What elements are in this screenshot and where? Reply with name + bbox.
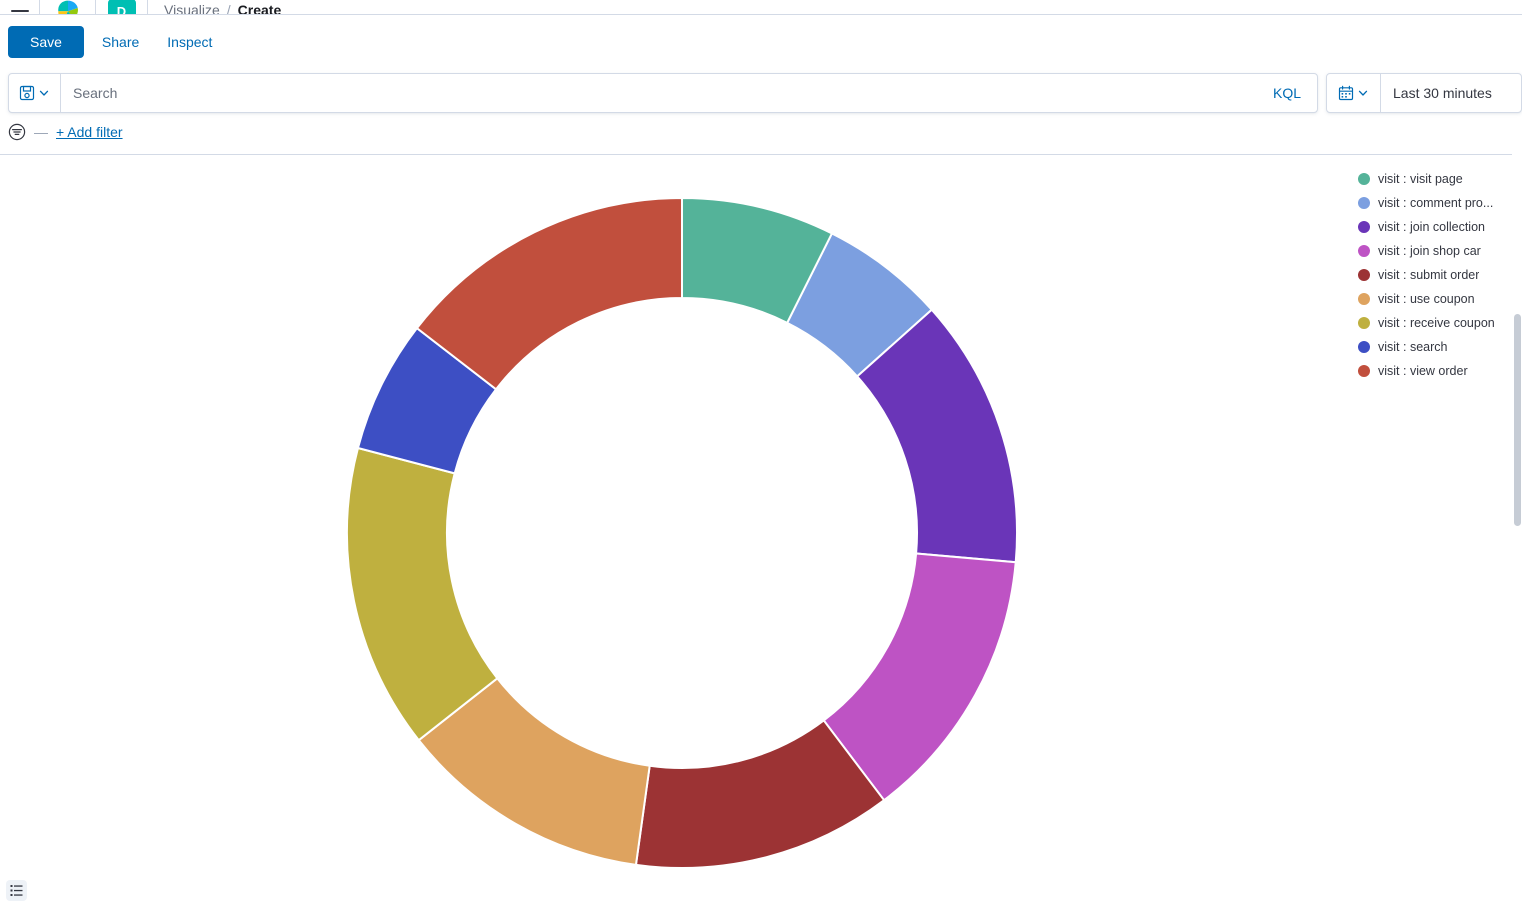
- app-icon-letter: D: [116, 3, 127, 15]
- legend-item-search[interactable]: visit : search: [1358, 335, 1514, 359]
- legend-item-view-order[interactable]: visit : view order: [1358, 359, 1514, 383]
- breadcrumb-item-create[interactable]: Create: [238, 2, 282, 14]
- date-picker: Last 30 minutes: [1326, 73, 1522, 113]
- global-nav-bar: D Visualize / Create: [0, 0, 1522, 15]
- add-filter-button[interactable]: + Add filter: [56, 124, 123, 140]
- legend-color-dot: [1358, 173, 1370, 185]
- legend-color-dot: [1358, 365, 1370, 377]
- legend-item-visit-page[interactable]: visit : visit page: [1358, 167, 1514, 191]
- legend-item-label: visit : visit page: [1378, 172, 1463, 186]
- legend-color-dot: [1358, 221, 1370, 233]
- legend-item-join-shop-car[interactable]: visit : join shop car: [1358, 239, 1514, 263]
- date-range-value[interactable]: Last 30 minutes: [1381, 85, 1521, 101]
- legend-color-dot: [1358, 293, 1370, 305]
- elastic-home-button[interactable]: [40, 0, 96, 14]
- breadcrumb-item-visualize[interactable]: Visualize: [164, 2, 220, 14]
- inspect-button[interactable]: Inspect: [157, 26, 222, 58]
- search-bar: KQL: [8, 73, 1318, 113]
- legend-color-dot: [1358, 245, 1370, 257]
- donut-chart-svg: [346, 196, 1019, 869]
- donut-slice[interactable]: [346, 446, 499, 742]
- query-bar: KQL Last 30 minutes: [0, 69, 1522, 115]
- filter-options-icon[interactable]: [8, 123, 26, 141]
- legend-item-label: visit : search: [1378, 340, 1448, 354]
- donut-slice-group: [346, 196, 1019, 869]
- app-switcher-button[interactable]: D: [96, 0, 148, 14]
- legend-item-join-collection[interactable]: visit : join collection: [1358, 215, 1514, 239]
- saved-query-popover-button[interactable]: [9, 74, 61, 112]
- donut-chart: [0, 155, 1350, 907]
- legend-item-label: visit : join collection: [1378, 220, 1485, 234]
- legend-scrollbar-track[interactable]: [1512, 154, 1522, 907]
- chart-legend: visit : visit page visit : comment pro..…: [1358, 167, 1514, 383]
- legend-color-dot: [1358, 317, 1370, 329]
- kibana-visualize-page: D Visualize / Create Save Share Inspect: [0, 0, 1522, 907]
- legend-item-label: visit : receive coupon: [1378, 316, 1495, 330]
- filter-separator-dash: —: [34, 124, 48, 140]
- legend-color-dot: [1358, 197, 1370, 209]
- legend-item-comment-product[interactable]: visit : comment pro...: [1358, 191, 1514, 215]
- elastic-logo-icon: [57, 0, 78, 14]
- breadcrumb: Visualize / Create: [148, 2, 282, 15]
- search-input[interactable]: [61, 74, 1257, 112]
- date-quick-select-button[interactable]: [1327, 74, 1381, 112]
- legend-item-label: visit : view order: [1378, 364, 1468, 378]
- legend-item-use-coupon[interactable]: visit : use coupon: [1358, 287, 1514, 311]
- legend-item-label: visit : use coupon: [1378, 292, 1475, 306]
- legend-toggle-button[interactable]: [6, 880, 27, 901]
- visualization-canvas: visit : visit page visit : comment pro..…: [0, 154, 1522, 907]
- legend-item-label: visit : join shop car: [1378, 244, 1481, 258]
- list-legend-toggle-icon: [10, 885, 23, 896]
- nav-menu-button[interactable]: [0, 0, 40, 14]
- calendar-icon: [1338, 85, 1354, 101]
- legend-item-submit-order[interactable]: visit : submit order: [1358, 263, 1514, 287]
- visualization-action-bar: Save Share Inspect: [0, 15, 1522, 69]
- breadcrumb-separator: /: [226, 2, 231, 15]
- query-language-button[interactable]: KQL: [1257, 85, 1317, 101]
- chevron-down-icon: [39, 90, 49, 96]
- hamburger-menu-icon: [10, 1, 29, 13]
- legend-item-label: visit : submit order: [1378, 268, 1480, 282]
- save-button[interactable]: Save: [8, 26, 84, 58]
- visualize-app-icon: D: [107, 0, 136, 15]
- share-button[interactable]: Share: [92, 26, 149, 58]
- save-disk-icon: [19, 85, 35, 101]
- legend-item-label: visit : comment pro...: [1378, 196, 1494, 210]
- legend-color-dot: [1358, 269, 1370, 281]
- filter-bar: — + Add filter: [0, 118, 1522, 146]
- legend-scrollbar-thumb[interactable]: [1514, 314, 1521, 526]
- legend-item-receive-coupon[interactable]: visit : receive coupon: [1358, 311, 1514, 335]
- legend-color-dot: [1358, 341, 1370, 353]
- chevron-down-icon: [1358, 90, 1368, 96]
